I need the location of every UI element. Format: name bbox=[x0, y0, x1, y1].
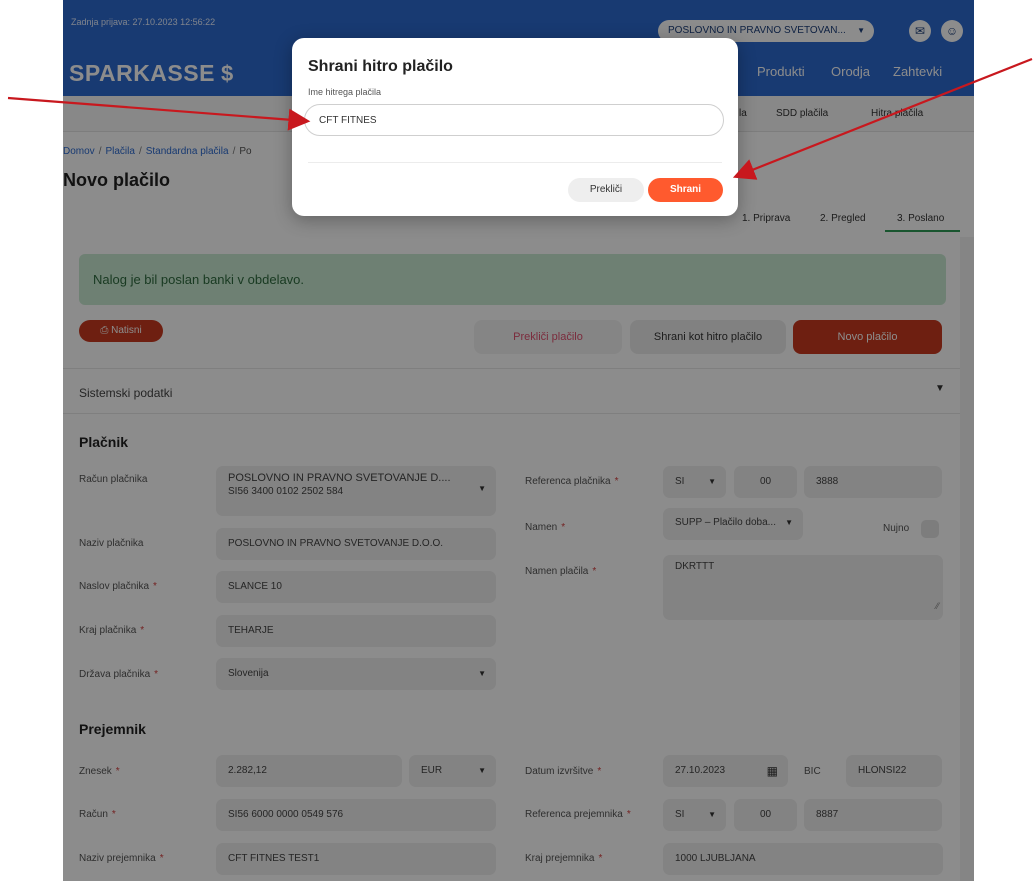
fast-payment-name-label: Ime hitrega plačila bbox=[308, 87, 382, 97]
fast-payment-name-input[interactable] bbox=[304, 104, 724, 136]
dialog-cancel-button[interactable]: Prekliči bbox=[568, 178, 644, 202]
dialog-save-button[interactable]: Shrani bbox=[648, 178, 723, 202]
save-fast-payment-dialog: Shrani hitro plačilo Ime hitrega plačila… bbox=[292, 38, 738, 216]
dialog-divider bbox=[308, 162, 722, 163]
dialog-title: Shrani hitro plačilo bbox=[308, 58, 453, 75]
